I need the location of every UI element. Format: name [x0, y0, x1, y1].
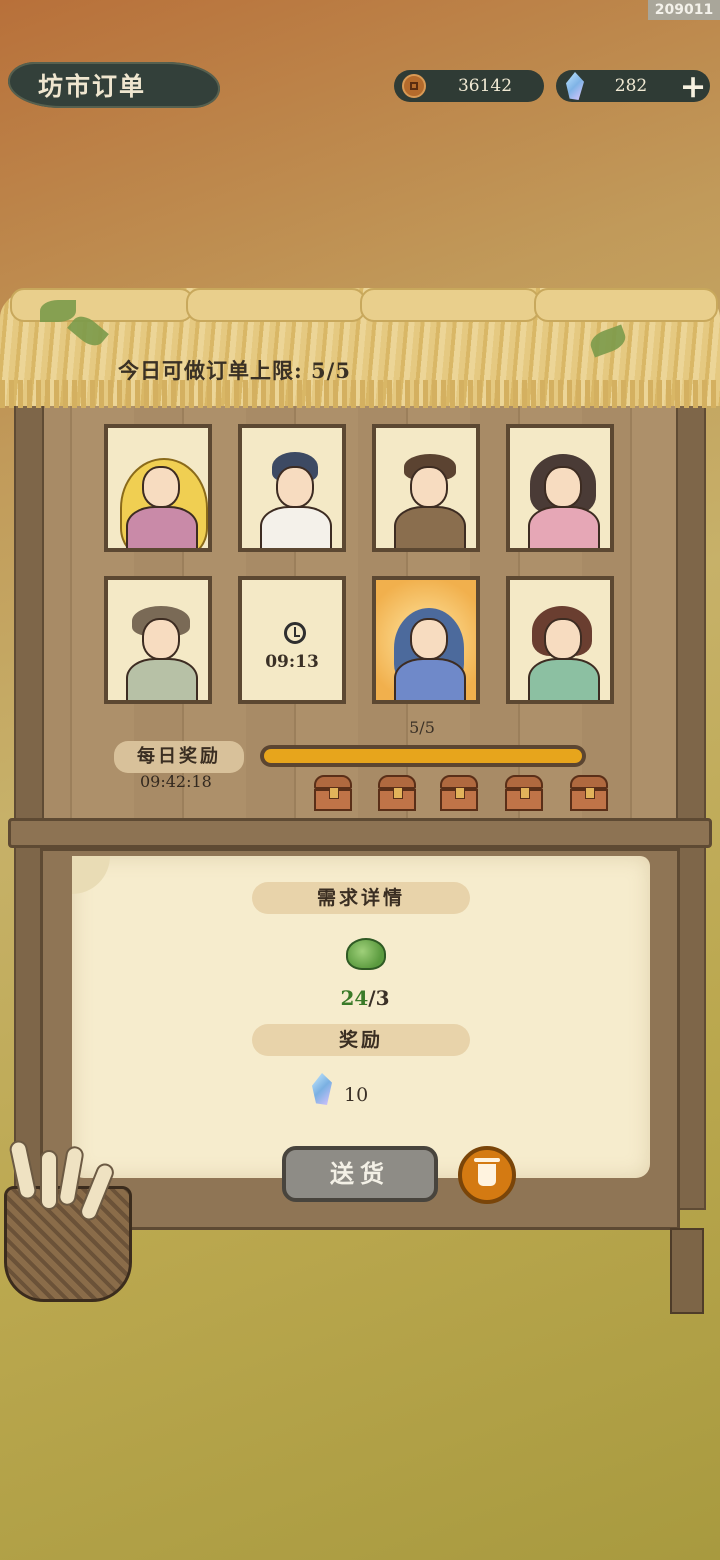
demand-count: 24/3 — [330, 986, 400, 1010]
customer-slot-timer: 09:13 — [238, 576, 346, 704]
reward-title: 奖励 — [252, 1024, 470, 1056]
demand-title: 需求详情 — [252, 882, 470, 914]
chest-icon[interactable] — [505, 775, 543, 811]
chest-icon[interactable] — [314, 775, 352, 811]
customer-portrait — [376, 428, 476, 548]
gem-balance: 282 + — [556, 70, 710, 102]
daily-progress-fill — [264, 749, 582, 763]
demand-have: 24 — [340, 986, 369, 1010]
next-customer-timer: 09:13 — [265, 652, 319, 672]
reward-amount: 10 — [344, 1084, 369, 1106]
chest-icon[interactable] — [570, 775, 608, 811]
roof-beam — [534, 288, 718, 322]
customer-portrait — [376, 580, 476, 700]
customer-slot-3[interactable] — [372, 424, 480, 552]
customer-slot-4[interactable] — [506, 424, 614, 552]
demand-need: /3 — [368, 986, 390, 1010]
deliver-button[interactable]: 送货 — [282, 1146, 438, 1202]
customer-slot-8[interactable] — [506, 576, 614, 704]
customer-slot-5[interactable] — [104, 576, 212, 704]
coin-icon — [402, 74, 426, 98]
stall-post-right — [676, 330, 706, 1210]
chest-icon[interactable] — [440, 775, 478, 811]
build-id: 209011 — [648, 0, 720, 20]
daily-reward-label: 每日奖励 — [114, 741, 244, 773]
leaf-decoration — [40, 300, 76, 322]
add-gems-button[interactable]: + — [678, 70, 708, 102]
page-title: 坊市订单 — [8, 62, 220, 108]
customer-portrait — [510, 580, 610, 700]
chest-icon[interactable] — [378, 775, 416, 811]
daily-progress-count: 5/5 — [409, 718, 435, 737]
daily-order-limit: 今日可做订单上限: 5/5 — [118, 358, 351, 383]
customer-portrait — [108, 428, 208, 548]
customer-slot-2[interactable] — [238, 424, 346, 552]
clock-icon — [284, 622, 306, 644]
scroll-decoration — [40, 1150, 58, 1210]
cabbage-icon — [346, 938, 386, 970]
customer-portrait — [510, 428, 610, 548]
roof-beam — [186, 288, 366, 322]
stall-leg — [670, 1228, 704, 1314]
customer-slot-1[interactable] — [104, 424, 212, 552]
roof-beam — [10, 288, 194, 322]
gem-icon — [566, 72, 584, 100]
coin-balance: 36142 — [394, 70, 544, 102]
daily-progress-bar — [260, 745, 586, 767]
gem-amount: 282 — [614, 76, 648, 96]
coin-amount: 36142 — [457, 76, 513, 96]
customer-portrait — [242, 428, 342, 548]
daily-reward-timer: 09:42:18 — [140, 772, 212, 791]
stall-shelf — [8, 818, 712, 848]
roof-beam — [360, 288, 540, 322]
roof-fringe — [0, 380, 720, 408]
discard-order-button[interactable] — [458, 1146, 516, 1204]
trash-icon — [474, 1158, 500, 1186]
customer-portrait — [108, 580, 208, 700]
customer-slot-7-selected[interactable] — [372, 576, 480, 704]
